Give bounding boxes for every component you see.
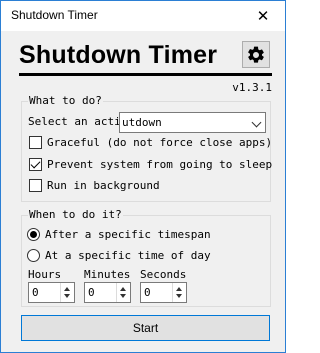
seconds-value: 0 [144,286,151,299]
window-title: Shutdown Timer [11,8,98,22]
close-icon[interactable]: ✕ [241,1,285,31]
time-of-day-radio-row[interactable]: At a specific time of day [27,249,211,262]
timespan-label: After a specific timespan [45,228,211,241]
background-label: Run in background [47,179,160,192]
minutes-value: 0 [88,286,95,299]
seconds-label: Seconds [140,268,187,281]
time-of-day-label: At a specific time of day [45,249,211,262]
action-select[interactable]: utdown [119,112,266,133]
background-checkbox[interactable] [29,179,42,192]
spin-down-icon[interactable] [120,294,126,298]
hours-label: Hours [28,268,62,281]
spin-up-icon[interactable] [64,287,70,291]
spin-down-icon[interactable] [64,294,70,298]
hours-stepper[interactable]: 0 [28,282,75,303]
timespan-radio-row[interactable]: After a specific timespan [27,228,211,241]
version-label: v1.3.1 [232,81,272,94]
minutes-stepper[interactable]: 0 [84,282,131,303]
group-label: What to do? [28,94,103,107]
time-of-day-radio[interactable] [27,249,40,262]
graceful-checkbox-row[interactable]: Graceful (do not force close apps) [29,136,272,149]
chevron-down-icon [251,117,262,128]
group-label: When to do it? [28,208,123,221]
prevent-sleep-checkbox-row[interactable]: Prevent system from going to sleep [29,158,272,171]
graceful-checkbox[interactable] [29,136,42,149]
spin-up-icon[interactable] [120,287,126,291]
title-underline [19,73,272,76]
page-title: Shutdown Timer [19,41,218,69]
minutes-label: Minutes [84,268,131,281]
hours-value: 0 [32,286,39,299]
prevent-sleep-label: Prevent system from going to sleep [47,158,273,171]
title-bar[interactable]: Shutdown Timer ✕ [1,1,285,31]
app-window: Shutdown Timer ✕ Shutdown Timer v1.3.1 W… [0,0,286,353]
seconds-stepper[interactable]: 0 [140,282,187,303]
seconds-spin-buttons[interactable] [172,283,186,302]
timespan-radio[interactable] [27,228,40,241]
graceful-label: Graceful (do not force close apps) [47,136,273,149]
gear-icon [248,46,264,63]
action-select-value: utdown [122,116,162,129]
minutes-spin-buttons[interactable] [116,283,130,302]
hours-spin-buttons[interactable] [60,283,74,302]
spin-down-icon[interactable] [176,294,182,298]
spin-up-icon[interactable] [176,287,182,291]
background-checkbox-row[interactable]: Run in background [29,179,160,192]
prevent-sleep-checkbox[interactable] [29,158,42,171]
start-button[interactable]: Start [21,315,270,341]
settings-button[interactable] [242,41,270,68]
